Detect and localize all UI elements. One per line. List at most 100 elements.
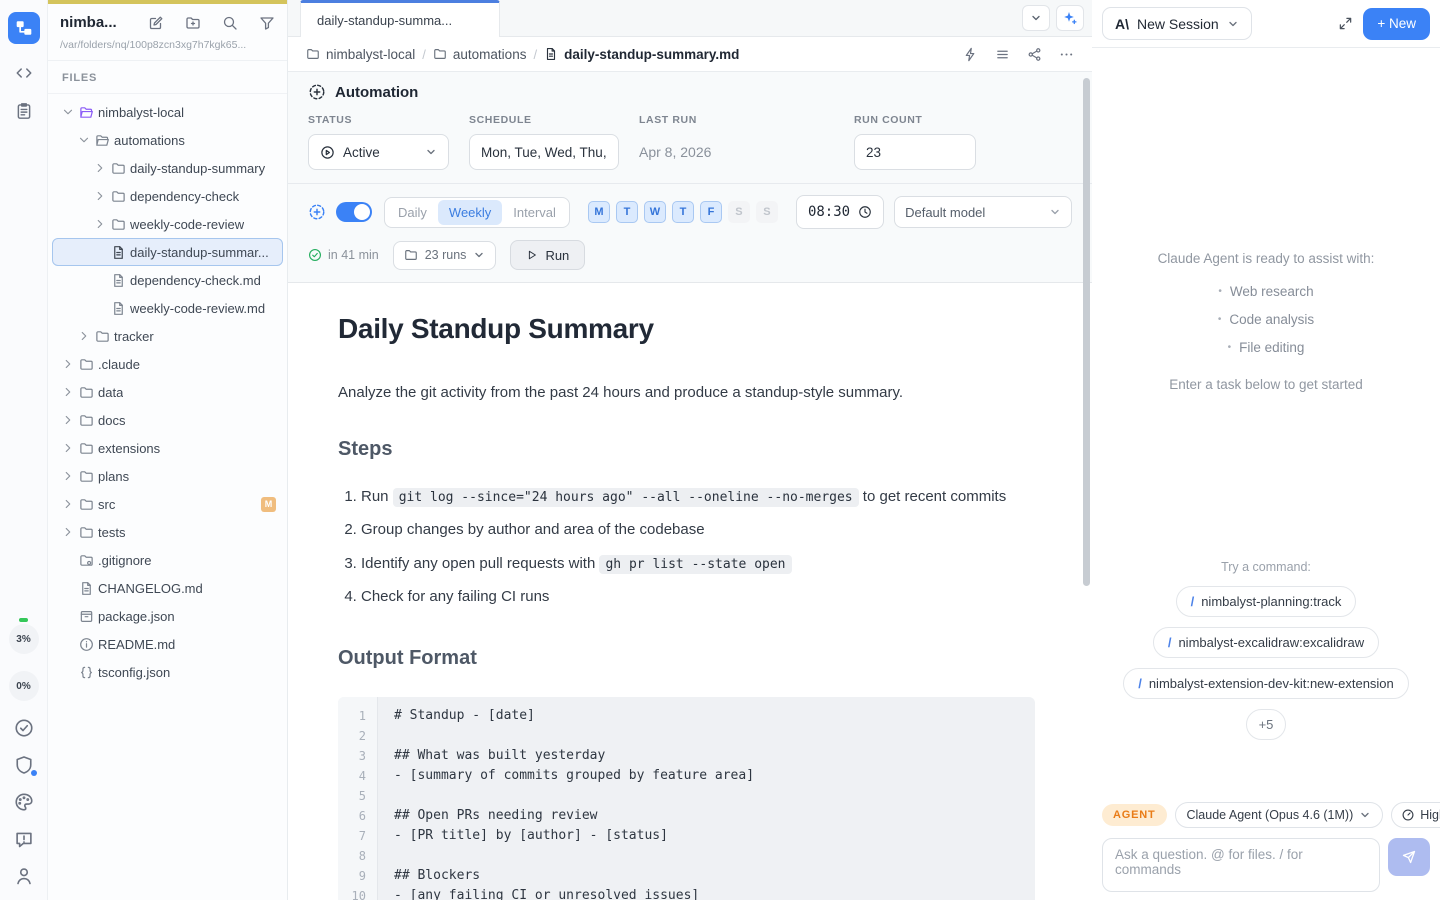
model-select[interactable]: Default model (894, 196, 1072, 228)
tree-item-src[interactable]: srcM (52, 490, 283, 518)
chevron-right-icon[interactable] (61, 497, 75, 511)
folder-icon (111, 217, 126, 232)
code-view-button[interactable] (15, 64, 33, 82)
command-pill-nimbalyst-excalidraw-excalidraw[interactable]: /nimbalyst-excalidraw:excalidraw (1153, 627, 1379, 658)
day-chip-3[interactable]: T (672, 201, 694, 223)
more-commands-button[interactable]: +5 (1246, 709, 1287, 740)
document-actions (963, 47, 1074, 62)
time-input[interactable]: 08:30 (796, 195, 884, 229)
tree-item-plans[interactable]: plans (52, 462, 283, 490)
modified-badge: M (261, 497, 276, 512)
chevron-right-icon[interactable] (93, 161, 107, 175)
filter-button[interactable] (259, 15, 275, 31)
new-folder-button[interactable] (185, 15, 201, 31)
share-button[interactable] (1027, 47, 1042, 62)
automation-quick-button[interactable] (963, 47, 978, 62)
cpu-usage-badge[interactable]: 3% (9, 624, 39, 654)
day-chip-0[interactable]: M (588, 201, 610, 223)
tree-item-extensions[interactable]: extensions (52, 434, 283, 462)
command-pill-nimbalyst-extension-dev-kit-new-extension[interactable]: /nimbalyst-extension-dev-kit:new-extensi… (1123, 668, 1409, 699)
tab-list-button[interactable] (1022, 5, 1050, 31)
send-button[interactable] (1388, 838, 1430, 876)
command-pill-nimbalyst-planning-track[interactable]: /nimbalyst-planning:track (1176, 586, 1357, 617)
tree-item-tests[interactable]: tests (52, 518, 283, 546)
new-note-button[interactable] (148, 15, 164, 31)
search-button[interactable] (222, 15, 238, 31)
new-ai-tab-button[interactable] (1056, 5, 1084, 31)
chevron-right-icon[interactable] (61, 357, 75, 371)
tree-item-changelog-md[interactable]: CHANGELOG.md (52, 574, 283, 602)
chevron-right-icon[interactable] (61, 525, 75, 539)
chevron-right-icon[interactable] (93, 217, 107, 231)
tree-item-data[interactable]: data (52, 378, 283, 406)
account-button[interactable] (14, 866, 34, 886)
tree-item-tracker[interactable]: tracker (52, 322, 283, 350)
frequency-option-weekly[interactable]: Weekly (438, 200, 502, 225)
tree-item-readme-md[interactable]: README.md (52, 630, 283, 658)
automation-toggle[interactable] (336, 202, 372, 222)
effort-select[interactable]: High (1391, 802, 1440, 828)
session-select[interactable]: A\ New Session (1102, 7, 1252, 40)
status-select[interactable]: Active (308, 134, 449, 170)
chat-input[interactable] (1102, 838, 1380, 892)
chevron-right-icon[interactable] (77, 329, 91, 343)
agent-mode-badge[interactable]: AGENT (1102, 804, 1167, 826)
runs-dropdown[interactable]: 23 runs (393, 241, 497, 270)
outline-button[interactable] (995, 47, 1010, 62)
chevron-down-icon[interactable] (61, 105, 75, 119)
chevron-right-icon[interactable] (61, 385, 75, 399)
chevron-right-icon[interactable] (61, 469, 75, 483)
chevron-right-icon[interactable] (61, 441, 75, 455)
tasks-button[interactable] (14, 718, 34, 738)
tree-item-daily-standup-summar[interactable]: daily-standup-summar... (52, 238, 283, 266)
schedule-input[interactable] (469, 134, 619, 170)
app-logo[interactable] (8, 12, 40, 44)
memory-usage-badge[interactable]: 0% (9, 671, 39, 701)
tree-item-package-json[interactable]: package.json (52, 602, 283, 630)
tree-item-daily-standup-summary[interactable]: daily-standup-summary (52, 154, 283, 182)
run-count-input[interactable] (854, 134, 976, 170)
tree-item-dependency-check-md[interactable]: dependency-check.md (52, 266, 283, 294)
tab-daily-standup-summary[interactable]: daily-standup-summa... (300, 0, 500, 37)
tree-item-nimbalyst-local[interactable]: nimbalyst-local (52, 98, 283, 126)
frequency-option-interval[interactable]: Interval (502, 200, 567, 225)
breadcrumb-item-automations[interactable]: automations (433, 47, 527, 62)
chevron-right-icon[interactable] (93, 189, 107, 203)
chevron-down-icon[interactable] (77, 133, 91, 147)
chevron-down-icon (425, 146, 437, 158)
tree-item-docs[interactable]: docs (52, 406, 283, 434)
clipboard-button[interactable] (15, 102, 33, 120)
tree-item-claude[interactable]: .claude (52, 350, 283, 378)
theme-button[interactable] (14, 792, 34, 812)
day-chip-2[interactable]: W (644, 201, 666, 223)
main-scrollbar[interactable] (1083, 78, 1090, 586)
new-session-button[interactable]: + New (1363, 8, 1430, 40)
tree-item-weekly-code-review[interactable]: weekly-code-review (52, 210, 283, 238)
more-button[interactable] (1059, 47, 1074, 62)
model-value: Default model (905, 205, 985, 220)
tree-item-dependency-check[interactable]: dependency-check (52, 182, 283, 210)
agent-footer: AGENT Claude Agent (Opus 4.6 (1M)) High (1092, 792, 1440, 900)
day-chip-6[interactable]: S (756, 201, 778, 223)
folder-icon (433, 47, 447, 61)
line-number: 5 (338, 786, 378, 806)
document-body[interactable]: Daily Standup Summary Analyze the git ac… (288, 283, 1092, 900)
tree-item-gitignore[interactable]: .gitignore (52, 546, 283, 574)
frequency-option-daily[interactable]: Daily (387, 200, 438, 225)
breadcrumb-item-nimbalyst-local[interactable]: nimbalyst-local (306, 47, 415, 62)
chevron-right-icon[interactable] (61, 413, 75, 427)
security-button[interactable] (14, 755, 34, 775)
tree-item-weekly-code-review-md[interactable]: weekly-code-review.md (52, 294, 283, 322)
workspace-title[interactable]: nimba... (60, 14, 148, 31)
run-button[interactable]: Run (510, 240, 585, 270)
feedback-button[interactable] (14, 829, 34, 849)
expand-panel-button[interactable] (1338, 16, 1353, 31)
breadcrumb-item-daily-standup-summary-md[interactable]: daily-standup-summary.md (544, 47, 739, 62)
day-chip-1[interactable]: T (616, 201, 638, 223)
tree-item-automations[interactable]: automations (52, 126, 283, 154)
tree-item-tsconfig-json[interactable]: tsconfig.json (52, 658, 283, 686)
tab-bar: daily-standup-summa... (288, 0, 1092, 37)
agent-model-select[interactable]: Claude Agent (Opus 4.6 (1M)) (1175, 802, 1384, 828)
day-chip-4[interactable]: F (700, 201, 722, 223)
day-chip-5[interactable]: S (728, 201, 750, 223)
